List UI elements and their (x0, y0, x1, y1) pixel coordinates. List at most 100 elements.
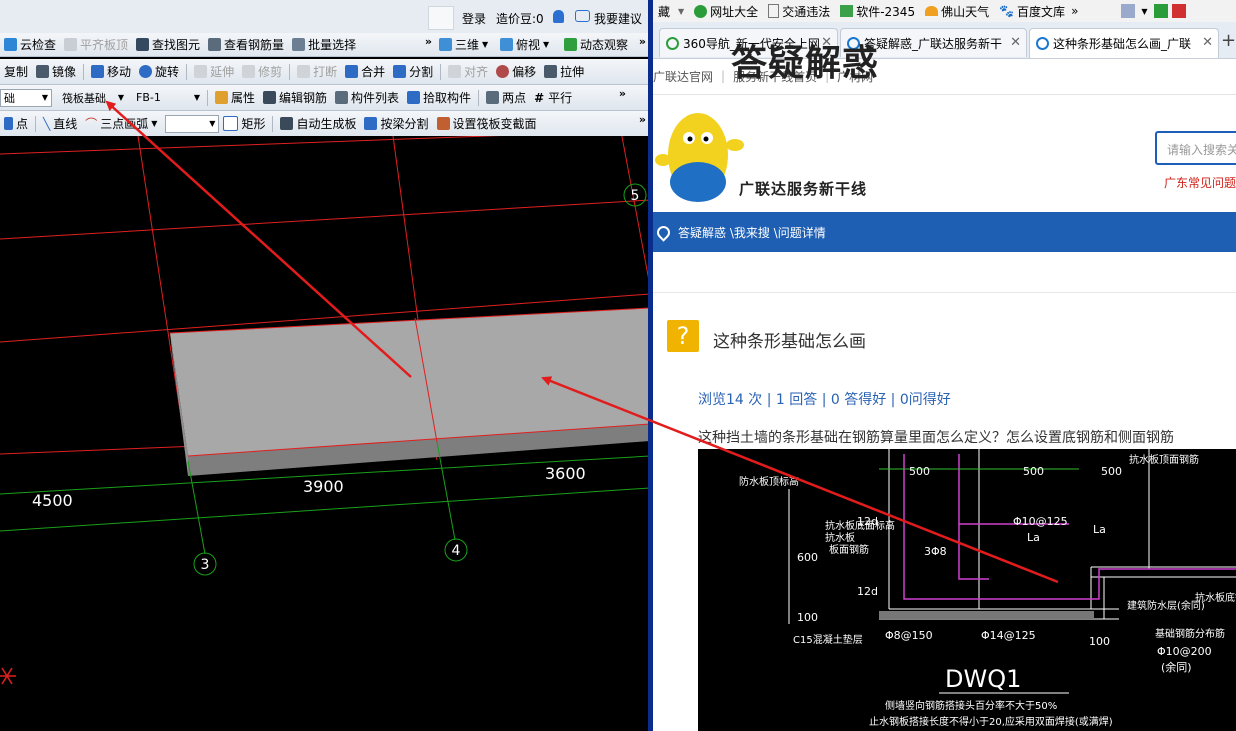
point-button[interactable]: 点 (0, 111, 32, 136)
favorite-item[interactable]: 网址大全 (689, 3, 763, 20)
separator (440, 63, 442, 80)
apps-icon[interactable] (1121, 4, 1136, 18)
chat-icon[interactable] (575, 10, 590, 22)
split-button[interactable]: 分割 (389, 59, 437, 84)
rect-button[interactable]: 矩形 (219, 111, 269, 136)
properties-button[interactable]: 属性 (211, 85, 259, 110)
mascot-arm (726, 139, 744, 151)
extend-button[interactable]: 延伸 (190, 59, 238, 84)
green-extension-icon[interactable] (1153, 4, 1168, 18)
drawing-dim: La (1093, 523, 1106, 536)
break-button[interactable]: 打断 (293, 59, 341, 84)
flat-slab-label: 平齐板顶 (80, 38, 129, 52)
overflow-chevron-icon[interactable]: » (639, 35, 646, 48)
copy-button[interactable]: 复制 (0, 59, 32, 84)
favorite-item[interactable]: 软件-2345 (835, 3, 920, 20)
login-link[interactable]: 登录 (462, 10, 486, 27)
drawing-dim: 12d (857, 585, 878, 598)
rect-label: 矩形 (241, 117, 266, 131)
chevron-double-right-icon[interactable]: » (1071, 4, 1078, 18)
weather-icon (925, 6, 939, 16)
favorite-item[interactable]: 佛山天气 (920, 3, 994, 20)
edit-rebar-button[interactable]: 编辑钢筋 (259, 85, 331, 110)
arc-mode-select[interactable]: ▼ (165, 114, 220, 133)
beans-count: 造价豆:0 (496, 12, 544, 26)
mirror-icon (36, 65, 50, 78)
merge-button[interactable]: 合并 (341, 59, 389, 84)
drawing-rebar: Φ10@125 (1013, 515, 1068, 528)
find-elem-button[interactable]: 查找图元 (132, 33, 204, 56)
member-name-select[interactable]: FB-1 ▼ (132, 89, 204, 107)
new-tab-plus-icon[interactable]: + (1221, 30, 1236, 51)
hot-link[interactable]: 广东常见问题 (1164, 174, 1236, 191)
auto-slab-button[interactable]: 自动生成板 (276, 111, 360, 136)
close-icon[interactable]: ✕ (1202, 35, 1213, 50)
batch-select-button[interactable]: 批量选择 (288, 33, 360, 56)
drawing-label: 基础钢筋分布筋 (1155, 627, 1225, 640)
cad-viewport[interactable]: 3 4 5 4500 3900 3600 (0, 136, 650, 731)
view-mode-button[interactable]: 俯视 ▼ (496, 33, 553, 56)
three-d-button[interactable]: 三维 ▼ (435, 33, 492, 56)
dimension-label: 3900 (303, 477, 344, 496)
find-elem-label: 查找图元 (152, 38, 201, 52)
overflow-chevron-icon[interactable]: » (425, 35, 432, 48)
favorites-bar: 藏 ▼ 网址大全 交通违法 软件-2345 佛山天气 🐾 百度文库» ▼ (653, 0, 1236, 23)
ie-icon (1036, 37, 1049, 50)
pick-member-button[interactable]: 拾取构件 (403, 85, 475, 110)
view-rebar-label: 查看钢筋量 (224, 38, 285, 52)
mirror-button[interactable]: 镜像 (32, 59, 80, 84)
cad-title-bar: 登录 造价豆:0 我要建议 (0, 0, 650, 34)
dynamic-view-button[interactable]: 动态观察 (560, 33, 632, 56)
question-drawing[interactable]: 500 500 500 12d 12d 600 100 100 La La Φ1… (698, 449, 1236, 731)
view-rebar-button[interactable]: 查看钢筋量 (204, 33, 288, 56)
beam-split-button[interactable]: 按梁分割 (360, 111, 432, 136)
point-icon (4, 117, 13, 130)
favorite-label: 软件-2345 (856, 4, 916, 19)
overflow-chevron-icon[interactable]: » (619, 87, 626, 100)
separator: | (721, 69, 726, 83)
favorite-item[interactable]: 交通违法 (763, 3, 835, 20)
site-nav-link[interactable]: 广联达官网 (653, 68, 713, 85)
line-button[interactable]: ╲ 直线 (39, 111, 81, 136)
stretch-button[interactable]: 拉伸 (540, 59, 588, 84)
breadcrumb[interactable]: 答疑解惑 \我来搜 \问题详情 (678, 224, 826, 241)
axis-marker-4: 4 (444, 538, 468, 562)
flat-slab-button[interactable]: 平齐板顶 (60, 33, 132, 56)
browser-tab-active[interactable]: 这种条形基础怎么画_广联 ✕ (1029, 28, 1219, 58)
view-mode-label: 俯视 (516, 38, 541, 52)
section-icon (436, 117, 450, 130)
drawing-label: 防水板顶标高 (739, 475, 799, 488)
rotate-button[interactable]: 旋转 (135, 59, 183, 84)
drawing-label: 建筑防水层(余同) (1127, 599, 1205, 612)
chevron-down-icon: ▼ (193, 93, 200, 102)
ribbon-grip (428, 6, 454, 30)
search-input[interactable]: 请输入搜索关 (1155, 131, 1236, 165)
align-button[interactable]: 对齐 (444, 59, 492, 84)
move-button[interactable]: 移动 (87, 59, 135, 84)
trim-button[interactable]: 修剪 (238, 59, 286, 84)
properties-icon (215, 91, 228, 104)
cloud-check-icon (4, 38, 17, 51)
drawing-label: 抗水板 (825, 531, 855, 544)
close-icon[interactable]: ✕ (1010, 35, 1021, 50)
red-extension-icon[interactable] (1171, 4, 1186, 18)
list-icon (335, 91, 349, 104)
bell-icon[interactable] (553, 10, 564, 23)
offset-button[interactable]: 偏移 (492, 59, 540, 84)
parallel-button[interactable]: # 平行 (530, 85, 576, 110)
breadcrumb-bar: 答疑解惑 \我来搜 \问题详情 (653, 212, 1236, 252)
overflow-chevron-icon[interactable]: » (639, 113, 646, 126)
cloud-check-button[interactable]: 云检查 (0, 33, 60, 56)
set-section-button[interactable]: 设置筏板变截面 (433, 111, 541, 136)
separator (35, 115, 37, 132)
member-type-select[interactable]: 础 ▼ (0, 88, 52, 107)
arc-button[interactable]: ⌒ 三点画弧 ▼ (81, 111, 161, 136)
favorite-item[interactable]: 🐾 百度文库 » (994, 3, 1083, 20)
suggest-link[interactable]: 我要建议 (594, 10, 642, 27)
member-subtype-select[interactable]: 筏板基础 ▼ (58, 89, 128, 107)
favorite-item[interactable]: 藏 ▼ (653, 3, 689, 20)
member-list-button[interactable]: 构件列表 (331, 85, 403, 110)
drawing-rebar: (余同) (1161, 660, 1192, 674)
two-points-button[interactable]: 两点 (482, 85, 530, 110)
chevron-down-icon[interactable]: ▼ (1141, 7, 1147, 16)
